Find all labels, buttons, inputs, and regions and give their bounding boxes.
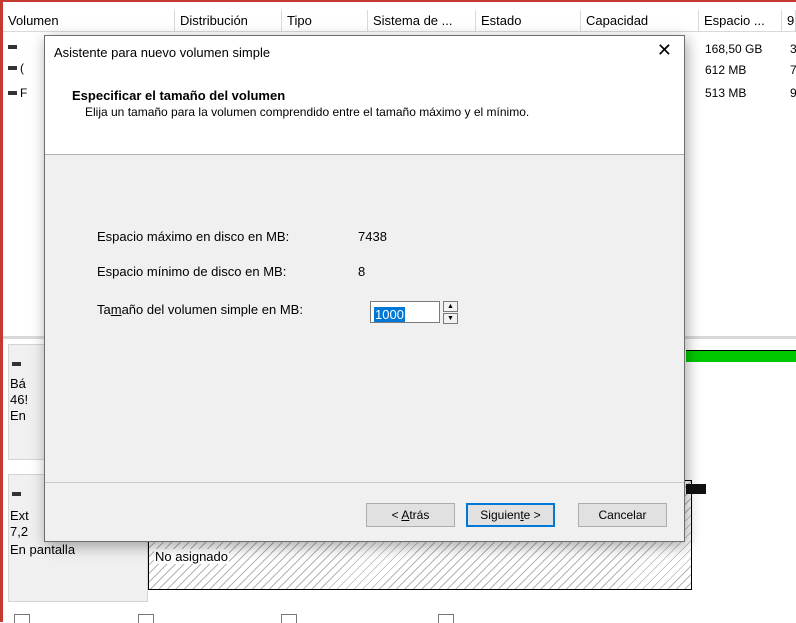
next-button-part: Siguien xyxy=(480,508,521,522)
disk-0-status: En xyxy=(10,408,26,423)
unallocated-label: No asignado xyxy=(154,549,229,564)
close-icon[interactable]: ✕ xyxy=(657,41,672,59)
new-simple-volume-wizard: Asistente para nuevo volumen simple ✕ Es… xyxy=(44,35,685,542)
volume-name-fragment: ( xyxy=(20,61,24,75)
volume-name-fragment: F xyxy=(20,86,28,100)
disk-1-status: En pantalla xyxy=(10,542,76,557)
volume-size-value: 1000 xyxy=(374,307,405,322)
volume-size-input[interactable]: 1000 xyxy=(370,301,440,323)
spin-down-icon[interactable]: ▼ xyxy=(443,313,458,324)
partition-area[interactable] xyxy=(686,362,796,460)
volume-size-stepper: 1000 ▲ ▼ xyxy=(370,300,471,326)
min-space-label: Espacio mínimo de disco en MB: xyxy=(97,264,287,279)
column-volumen[interactable]: Volumen xyxy=(3,10,175,32)
volume-size-label-part: Ta xyxy=(97,302,111,317)
back-button-part: trás xyxy=(409,508,430,522)
disk-icon xyxy=(12,492,21,496)
disk-1-size: 7,2 xyxy=(10,524,29,539)
volume-free-space: 168,50 GB xyxy=(705,42,763,56)
column-sistema[interactable]: Sistema de ... xyxy=(368,10,476,32)
back-button-part: < xyxy=(391,508,402,522)
column-capacidad[interactable]: Capacidad xyxy=(581,10,699,32)
volume-size-label: Tamaño del volumen simple en MB: xyxy=(97,302,303,317)
column-tipo[interactable]: Tipo xyxy=(282,10,368,32)
partition-bar-black xyxy=(686,484,706,494)
footer-separator xyxy=(45,482,684,483)
disk-0-size: 46! xyxy=(10,392,29,407)
min-space-value: 8 xyxy=(358,264,366,279)
wizard-header: Especificar el tamaño del volumen Elija … xyxy=(45,66,684,155)
volume-disk-icon xyxy=(8,66,17,70)
max-space-label: Espacio máximo en disco en MB: xyxy=(97,229,290,244)
volume-list-header: Volumen Distribución Tipo Sistema de ...… xyxy=(3,10,796,32)
disk-icon xyxy=(12,362,21,366)
max-space-value: 7438 xyxy=(358,229,387,244)
disk-0-type: Bá xyxy=(10,376,26,391)
volume-size-label-part: año del volumen simple en MB: xyxy=(121,302,303,317)
spin-up-icon[interactable]: ▲ xyxy=(443,301,458,312)
volume-size-label-accesskey: m xyxy=(110,302,122,317)
dialog-title: Asistente para nuevo volumen simple xyxy=(54,45,271,60)
wizard-subheading: Elija un tamaño para la volumen comprend… xyxy=(85,105,530,119)
back-button[interactable]: < Atrás xyxy=(366,503,455,527)
volume-free-space: 513 MB xyxy=(705,86,747,100)
column-espacio[interactable]: Espacio ... xyxy=(699,10,782,32)
next-button[interactable]: Siguiente > xyxy=(466,503,555,527)
dialog-titlebar[interactable]: Asistente para nuevo volumen simple ✕ xyxy=(45,36,684,66)
next-button-part: e > xyxy=(523,508,541,522)
volume-extra: 7 xyxy=(790,63,796,77)
window-accent-border-left xyxy=(0,0,3,622)
disk-1-type: Ext xyxy=(10,508,29,523)
volume-extra: 9 xyxy=(790,86,796,100)
window-accent-border-top xyxy=(0,0,796,2)
column-extra[interactable]: 9 xyxy=(782,10,796,32)
column-distribucion[interactable]: Distribución xyxy=(175,10,282,32)
volume-disk-icon xyxy=(8,91,17,95)
volume-disk-icon xyxy=(8,45,17,49)
cancel-button[interactable]: Cancelar xyxy=(578,503,667,527)
volume-free-space: 612 MB xyxy=(705,63,747,77)
volume-extra: 3 xyxy=(790,42,796,56)
column-estado[interactable]: Estado xyxy=(476,10,581,32)
wizard-heading: Especificar el tamaño del volumen xyxy=(72,88,286,103)
